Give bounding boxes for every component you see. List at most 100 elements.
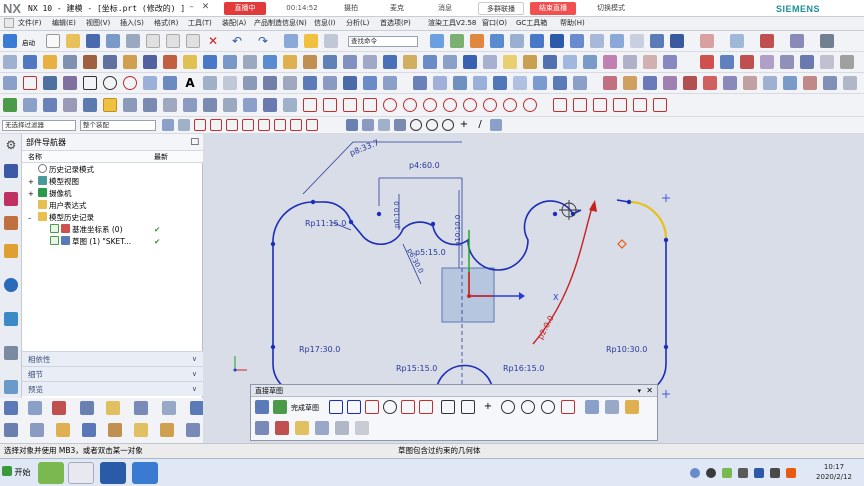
constraint-navigator-icon[interactable]	[4, 216, 18, 230]
quick-trim-icon[interactable]	[585, 400, 599, 414]
cone-icon[interactable]	[583, 55, 597, 69]
minimize-icon[interactable]: –	[186, 2, 197, 13]
menu-assembly[interactable]: 装配(A)	[222, 18, 246, 28]
studio-spline-draw-icon[interactable]	[561, 400, 575, 414]
synchronous-icon[interactable]	[4, 423, 18, 437]
system-clock[interactable]: 10:17 2020/2/12	[806, 462, 862, 482]
show-constraints-icon[interactable]	[143, 98, 157, 112]
dialog-options-icon[interactable]: ▾	[637, 385, 641, 397]
fillet-icon[interactable]	[323, 98, 337, 112]
message-button[interactable]: 消息	[428, 2, 462, 15]
dim-text[interactable]: p8:33.7	[348, 138, 380, 158]
pad-icon[interactable]	[123, 55, 137, 69]
collinear-icon[interactable]	[633, 98, 647, 112]
move-face-icon[interactable]	[28, 401, 42, 415]
isoparametric-icon[interactable]	[323, 76, 337, 90]
wechat-tray-icon[interactable]	[722, 468, 732, 478]
tube-icon[interactable]	[523, 55, 537, 69]
point-draw-icon[interactable]: +	[481, 400, 495, 414]
snap-misc-icon[interactable]	[490, 119, 502, 131]
open-folder-icon[interactable]	[66, 34, 80, 48]
network-icon[interactable]	[738, 468, 748, 478]
reattach-icon[interactable]	[263, 98, 277, 112]
top-view-icon[interactable]	[630, 34, 644, 48]
untrim-icon[interactable]	[743, 76, 757, 90]
text-curve-icon[interactable]	[780, 55, 794, 69]
pan-icon[interactable]	[470, 34, 484, 48]
variable-offset-icon[interactable]	[783, 76, 797, 90]
snap-quadrant-icon[interactable]	[274, 119, 286, 131]
snap-intersect-icon[interactable]	[242, 119, 254, 131]
ruled-icon[interactable]	[453, 76, 467, 90]
equal-radius-icon[interactable]	[443, 98, 457, 112]
pull-face-icon[interactable]	[52, 401, 66, 415]
vertical-icon[interactable]	[613, 98, 627, 112]
camera-button[interactable]: 摄拍	[334, 2, 368, 15]
blend-icon[interactable]	[683, 76, 697, 90]
more-icon[interactable]	[840, 55, 854, 69]
parallel-icon[interactable]	[553, 98, 567, 112]
window-icon[interactable]	[324, 34, 338, 48]
process-studio-icon[interactable]	[4, 380, 18, 394]
divide-curve-icon[interactable]	[263, 76, 277, 90]
snap-circle-icon[interactable]	[410, 119, 422, 131]
command-finder-icon[interactable]	[284, 34, 298, 48]
pocket-icon[interactable]	[103, 55, 117, 69]
pattern-icon[interactable]	[383, 55, 397, 69]
dimension-draw-icon[interactable]	[255, 421, 269, 435]
system-materials-icon[interactable]	[4, 346, 18, 360]
snap-center-icon[interactable]	[258, 119, 270, 131]
snap-control-icon[interactable]	[226, 119, 238, 131]
perpendicular-icon[interactable]	[573, 98, 587, 112]
join-curve-icon[interactable]	[243, 76, 257, 90]
history-icon[interactable]	[4, 312, 18, 326]
close-icon[interactable]: ✕	[200, 2, 211, 13]
chrome-app-icon[interactable]	[68, 462, 94, 484]
menu-view[interactable]: 视图(V)	[86, 18, 110, 28]
point-icon[interactable]	[700, 55, 714, 69]
mesh-icon[interactable]	[473, 76, 487, 90]
orient-view-icon[interactable]	[510, 34, 524, 48]
animate-dimension-icon[interactable]	[223, 98, 237, 112]
arc-tool-icon[interactable]	[303, 98, 317, 112]
checkbox-icon[interactable]	[50, 236, 59, 245]
profile-icon[interactable]	[3, 76, 17, 90]
tree-row[interactable]: 草图 (1) "SKET... ✔	[22, 236, 203, 248]
section-icon[interactable]	[700, 34, 714, 48]
chamfer-icon[interactable]	[303, 55, 317, 69]
concentric-icon[interactable]	[403, 98, 417, 112]
section-dependencies[interactable]: 相依性 ∨	[22, 351, 203, 366]
menu-file[interactable]: 文件(F)	[18, 18, 42, 28]
text-icon[interactable]: A	[183, 76, 197, 90]
conic-icon[interactable]	[143, 76, 157, 90]
curve-icon[interactable]	[720, 55, 734, 69]
polyline-icon[interactable]	[63, 76, 77, 90]
trim-sheet-icon[interactable]	[723, 76, 737, 90]
finish-sketch-label[interactable]: 完成草图	[291, 403, 319, 413]
sew-icon[interactable]	[443, 55, 457, 69]
wireframe-icon[interactable]	[590, 34, 604, 48]
checkbox-icon[interactable]	[50, 224, 59, 233]
offset-draw-icon[interactable]	[541, 400, 555, 414]
command-search-input[interactable]: 查找命令	[348, 36, 418, 47]
dim-text[interactable]: Rp16:15.0	[503, 364, 544, 373]
live-status-badge[interactable]: 直播中	[224, 2, 266, 15]
chamfer-draw-icon[interactable]	[419, 400, 433, 414]
delete-face-icon[interactable]	[162, 401, 176, 415]
menu-pmi[interactable]: 产品制造信息(N)	[254, 18, 307, 28]
fixed-icon[interactable]	[523, 98, 537, 112]
quick-extend-icon[interactable]	[605, 400, 619, 414]
snap-perp-icon[interactable]	[378, 119, 390, 131]
menu-help[interactable]: 帮助(H)	[560, 18, 585, 28]
assembly-navigator-icon[interactable]	[4, 192, 18, 206]
rotate-view-icon[interactable]	[530, 34, 544, 48]
nx-app-icon[interactable]	[100, 462, 126, 484]
arc-icon[interactable]	[23, 76, 37, 90]
part-navigator-icon[interactable]	[4, 164, 18, 178]
menu-render-tool[interactable]: 渲染工具V2.58	[428, 18, 476, 28]
styled-blend-icon[interactable]	[553, 76, 567, 90]
settings-gear-icon[interactable]: ⚙	[4, 138, 18, 152]
global-shaping-icon[interactable]	[663, 76, 677, 90]
mirror-icon[interactable]	[403, 55, 417, 69]
convert-to-reference-icon[interactable]	[315, 421, 329, 435]
